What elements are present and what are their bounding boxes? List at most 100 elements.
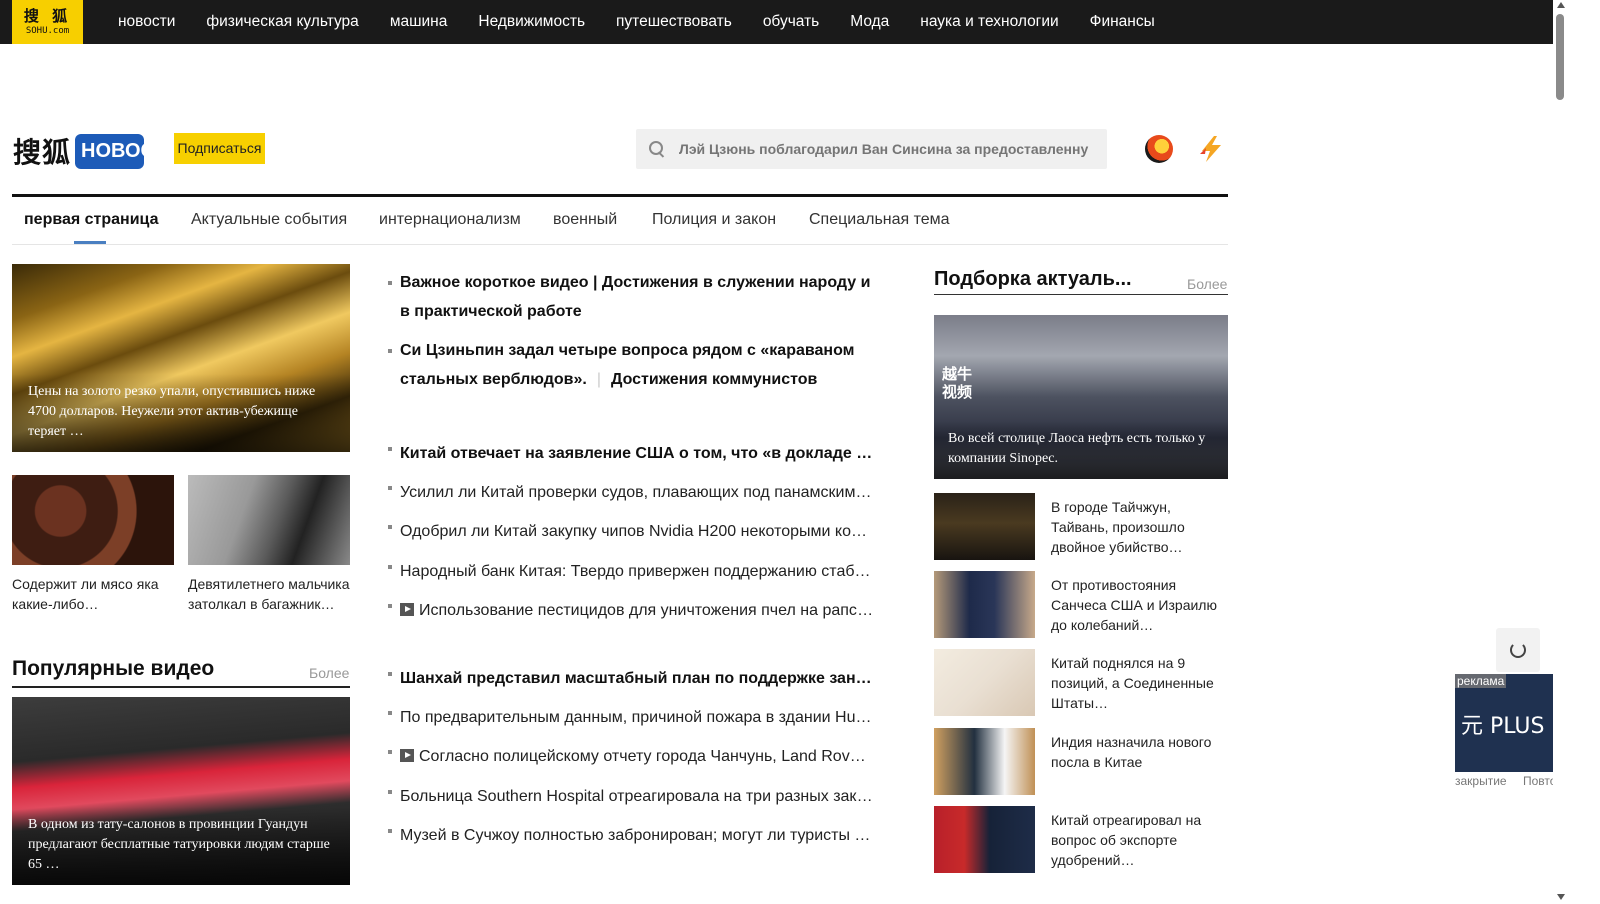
news-item[interactable]: Музей в Сучжоу полностью забронирован; м… (388, 816, 874, 855)
news-item-text: Больница Southern Hospital отреагировала… (400, 787, 874, 805)
news-item[interactable]: Одобрил ли Китай закупку чипов Nvidia H2… (388, 512, 874, 551)
top-nav-item-realestate[interactable]: Недвижимость (478, 13, 585, 31)
top-nav-item-finance[interactable]: Финансы (1090, 13, 1155, 31)
news-item-text: Использование пестицидов для уничтожения… (419, 601, 874, 619)
popular-videos-title: Популярные видео (12, 657, 215, 680)
news-item-text: Усилил ли Китай проверки судов, плавающи… (400, 484, 874, 502)
news-item[interactable]: Больница Southern Hospital отреагировала… (388, 777, 874, 816)
top-nav-item-education[interactable]: обучать (763, 13, 819, 31)
tab-military[interactable]: военный (553, 211, 617, 229)
news-item[interactable]: Шанхай представил масштабный план по под… (388, 659, 874, 698)
scroll-up-arrow-icon[interactable] (1557, 2, 1565, 8)
news-item[interactable]: Согласно полицейскому отчету города Чанч… (388, 737, 874, 776)
side-news-text: Китай поднялся на 9 позиций, а Соединенн… (1051, 655, 1214, 711)
advertisement-banner[interactable]: реклама 元 PLUS (1455, 674, 1553, 772)
sohu-logo[interactable]: 搜 狐 SOHU.com (12, 0, 83, 44)
side-news-item[interactable]: Китай отреагировал на вопрос об экспорте… (934, 806, 1228, 873)
ad-label: реклама (1455, 674, 1507, 688)
brand-cn-text: 搜狐 (13, 136, 72, 169)
video-hero-caption: В одном из тату-салонов в провинции Гуан… (12, 807, 350, 885)
news-headline[interactable]: Важное короткое видео | Достижения в слу… (388, 268, 874, 326)
top-navigation-bar: 搜 狐 SOHU.com новости физическая культура… (0, 0, 1553, 44)
night-street-image (934, 493, 1035, 560)
news-item[interactable]: Использование пестицидов для уничтожения… (388, 591, 874, 630)
page-scrollbar[interactable] (1553, 0, 1568, 904)
news-item[interactable]: Усилил ли Китай проверки судов, плавающи… (388, 473, 874, 512)
side-news-text: Индия назначила нового посла в Китае (1051, 734, 1212, 770)
news-item-text: Народный банк Китая: Твердо привержен по… (400, 562, 874, 580)
brand-news-badge: НОВОСТИ (75, 133, 145, 169)
channel-tabs: первая страница Актуальные события интер… (12, 194, 1228, 245)
side-news-item[interactable]: Китай поднялся на 9 позиций, а Соединенн… (934, 649, 1228, 716)
news-card-caption: Девятилетнего мальчика затолкал в багажн… (188, 576, 350, 612)
side-news-item[interactable]: От противостояния Санчеса США и Израилю … (934, 571, 1228, 638)
headline-extra-link[interactable]: Достижения коммунистов (611, 371, 817, 388)
right-hero-card[interactable]: 越牛 视频 Во всей столице Лаоса нефть есть то… (934, 315, 1228, 479)
ad-repeat-link[interactable]: Повторить (1523, 774, 1553, 788)
news-item[interactable]: Китай отвечает на заявление США о том, ч… (388, 434, 874, 473)
separator: | (596, 371, 601, 388)
hot-picks-more-link[interactable]: Более (1187, 276, 1227, 292)
sohu-news-brand[interactable]: 搜狐 НОВОСТИ (13, 131, 145, 171)
section-divider (934, 294, 1228, 295)
refresh-icon (1510, 642, 1526, 658)
news-card-boy-trunk[interactable]: Девятилетнего мальчика затолкал в багажн… (188, 475, 350, 614)
yak-meat-image (12, 475, 174, 565)
spokesperson-image (934, 806, 1035, 873)
news-card-caption: Содержит ли мясо яка какие-либо… (12, 576, 159, 612)
side-news-item[interactable]: В городе Тайчжун, Тайвань, произошло дво… (934, 493, 1228, 560)
top-nav-item-fashion[interactable]: Мода (850, 13, 889, 31)
video-play-icon (400, 602, 414, 616)
news-item-text: Музей в Сучжоу полностью забронирован; м… (400, 826, 874, 844)
headline-text: Важное короткое видео | Достижения в слу… (400, 274, 871, 320)
section-divider (12, 686, 350, 688)
logo-en-text: SOHU.com (25, 26, 70, 36)
hot-picks-title: Подборка актуаль... (934, 268, 1132, 290)
refresh-button[interactable] (1496, 628, 1540, 672)
top-nav-item-travel[interactable]: путешествовать (616, 13, 732, 31)
infographic-image (934, 649, 1035, 716)
side-news-text: В городе Тайчжун, Тайвань, произошло дво… (1051, 499, 1185, 555)
tab-police-law[interactable]: Полиция и закон (652, 211, 776, 229)
search-box[interactable] (636, 129, 1107, 169)
app-round-icon[interactable] (1145, 135, 1173, 163)
news-item[interactable]: По предварительным данным, причиной пожа… (388, 698, 874, 737)
top-nav-item-tech[interactable]: наука и технологии (920, 13, 1058, 31)
politician-image (934, 571, 1035, 638)
news-item-text: Шанхай представил масштабный план по под… (400, 670, 874, 687)
video-hero-card[interactable]: В одном из тату-салонов в провинции Гуан… (12, 697, 350, 885)
ad-close-link[interactable]: закрытие (1455, 774, 1507, 788)
side-news-text: Китай отреагировал на вопрос об экспорте… (1051, 812, 1202, 868)
top-nav-item-news[interactable]: новости (118, 13, 175, 31)
news-headline[interactable]: Си Цзиньпин задал четыре вопроса рядом с… (388, 336, 874, 394)
side-news-item[interactable]: Индия назначила нового посла в Китае (934, 728, 1228, 795)
tab-current-events[interactable]: Актуальные события (191, 211, 347, 229)
news-item-text: Китай отвечает на заявление США о том, ч… (400, 445, 874, 462)
tab-special-topic[interactable]: Специальная тема (809, 211, 950, 229)
subscribe-button[interactable]: Подписаться (174, 133, 265, 164)
search-input[interactable] (679, 141, 1089, 157)
news-item[interactable]: Народный банк Китая: Твердо привержен по… (388, 552, 874, 591)
scroll-down-arrow-icon[interactable] (1557, 894, 1565, 900)
news-card-yak-meat[interactable]: Содержит ли мясо яка какие-либо… (12, 475, 174, 614)
video-watermark-logo: 越牛 视频 (942, 365, 973, 401)
top-nav-links: новости физическая культура машина Недви… (118, 0, 1186, 44)
lightning-icon[interactable] (1196, 134, 1226, 164)
boy-image (188, 475, 350, 565)
hero-caption: Цены на золото резко упали, опустившись … (12, 374, 350, 452)
top-nav-item-auto[interactable]: машина (390, 13, 448, 31)
top-nav-item-sports[interactable]: физическая культура (206, 13, 358, 31)
search-icon[interactable] (649, 141, 665, 157)
hero-news-card[interactable]: Цены на золото резко упали, опустившись … (12, 264, 350, 452)
right-hero-caption: Во всей столице Лаоса нефть есть только … (934, 421, 1228, 479)
news-item-text: Одобрил ли Китай закупку чипов Nvidia H2… (400, 523, 874, 541)
news-group-1: Китай отвечает на заявление США о том, ч… (388, 434, 874, 630)
tab-international[interactable]: интернационализм (379, 211, 521, 229)
side-news-text: От противостояния Санчеса США и Израилю … (1051, 577, 1217, 633)
popular-videos-more-link[interactable]: Более (309, 665, 349, 681)
ambassador-image (934, 728, 1035, 795)
news-item-text: По предварительным данным, причиной пожа… (400, 709, 874, 727)
scroll-thumb[interactable] (1556, 14, 1564, 100)
tab-home[interactable]: первая страница (24, 211, 158, 229)
news-group-2: Шанхай представил масштабный план по под… (388, 659, 874, 855)
